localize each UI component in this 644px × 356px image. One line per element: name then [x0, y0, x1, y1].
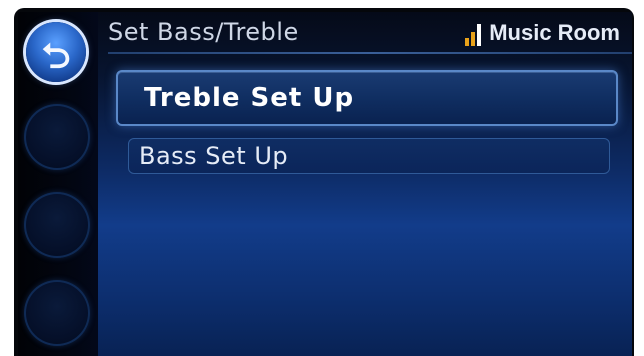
menu-item-bass-set-up[interactable]: Bass Set Up	[128, 138, 610, 174]
side-button-2[interactable]	[24, 104, 90, 170]
menu-item-label: Treble Set Up	[144, 83, 355, 113]
side-button-3[interactable]	[24, 192, 90, 258]
signal-strength-icon	[465, 24, 482, 46]
menu-item-label: Bass Set Up	[139, 142, 289, 170]
screen: Set Bass/Treble Music Room Treble Set Up…	[18, 12, 632, 356]
sidebar	[18, 12, 98, 356]
source-label: Music Room	[489, 20, 620, 45]
side-button-4[interactable]	[24, 280, 90, 346]
back-arrow-icon	[42, 42, 70, 69]
source-indicator: Music Room	[465, 20, 620, 46]
menu-item-treble-set-up[interactable]: Treble Set Up	[116, 70, 618, 126]
page-title: Set Bass/Treble	[108, 18, 299, 46]
device-bezel: Set Bass/Treble Music Room Treble Set Up…	[14, 8, 634, 356]
back-button[interactable]	[26, 22, 86, 82]
header-divider	[108, 52, 632, 54]
